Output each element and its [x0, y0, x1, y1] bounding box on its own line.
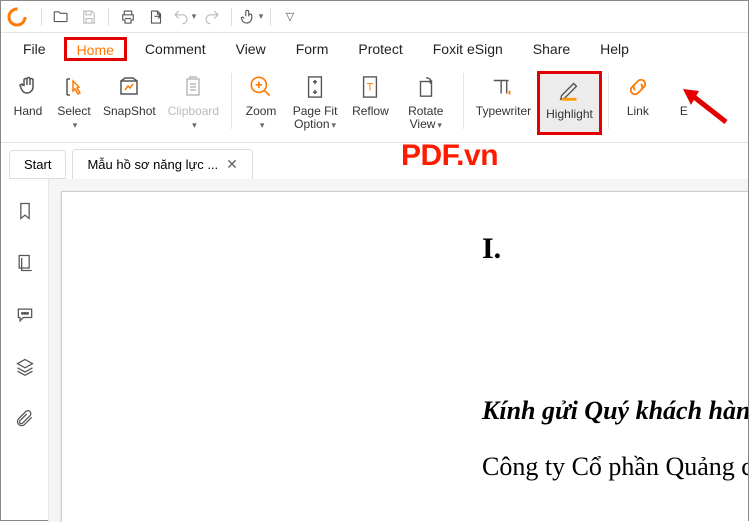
rotate-label: Rotate View▾ [401, 105, 451, 132]
tab-label: Mẫu hồ sơ năng lực ... [87, 157, 218, 172]
menu-view[interactable]: View [224, 37, 278, 61]
export-icon[interactable] [143, 4, 169, 30]
annotation-arrow [681, 87, 731, 127]
touch-mode-icon[interactable]: ▾ [238, 4, 264, 30]
bookmarks-icon[interactable] [11, 197, 39, 225]
typewriter-icon [490, 73, 516, 101]
menu-form[interactable]: Form [284, 37, 341, 61]
separator [231, 73, 232, 129]
separator [463, 73, 464, 129]
menu-help[interactable]: Help [588, 37, 641, 61]
menu-home[interactable]: Home [64, 37, 127, 61]
save-icon[interactable] [76, 4, 102, 30]
tab-start[interactable]: Start [9, 150, 66, 179]
ribbon-group-annotate: Typewriter Highlight [470, 71, 602, 135]
page-fit-button[interactable]: Page Fit Option▾ [284, 71, 346, 135]
separator [270, 8, 271, 26]
menu-file[interactable]: File [11, 37, 58, 61]
link-button[interactable]: Link [615, 71, 661, 135]
menu-protect[interactable]: Protect [346, 37, 414, 61]
link-label: Link [627, 105, 649, 118]
link-icon [626, 73, 650, 101]
pdf-page: I. Kính gửi Quý khách hàng Công ty Cổ ph… [61, 191, 748, 522]
undo-icon[interactable]: ▾ [171, 4, 197, 30]
rotate-view-button[interactable]: Rotate View▾ [395, 71, 457, 135]
ribbon-group-tools: Hand Select▾ SnapShot Clipboard▾ [5, 71, 225, 135]
select-tool-button[interactable]: Select▾ [51, 71, 97, 135]
comments-icon[interactable] [11, 301, 39, 329]
tab-document[interactable]: Mẫu hồ sơ năng lực ... ✕ [72, 149, 252, 180]
page-fit-label: Page Fit Option▾ [290, 105, 340, 132]
redo-icon[interactable] [199, 4, 225, 30]
page-body-text: Công ty Cổ phần Quảng c [482, 452, 748, 482]
menu-bar: File Home Comment View Form Protect Foxi… [1, 33, 748, 65]
typewriter-label: Typewriter [476, 105, 531, 118]
reflow-label: Reflow [352, 105, 389, 118]
attachments-icon[interactable] [11, 405, 39, 433]
print-icon[interactable] [115, 4, 141, 30]
highlight-icon [556, 76, 582, 104]
page-fit-icon [304, 73, 326, 101]
clipboard-button[interactable]: Clipboard▾ [162, 71, 225, 135]
open-icon[interactable] [48, 4, 74, 30]
separator [41, 8, 42, 26]
page-salutation: Kính gửi Quý khách hàng [482, 396, 748, 426]
pages-icon[interactable] [11, 249, 39, 277]
close-icon[interactable]: ✕ [226, 156, 238, 173]
highlight-label: Highlight [546, 108, 593, 121]
reflow-button[interactable]: T Reflow [346, 71, 395, 135]
zoom-icon [248, 73, 274, 101]
select-icon [62, 73, 86, 101]
hand-label: Hand [14, 105, 43, 118]
page-heading: I. [482, 232, 748, 266]
zoom-button[interactable]: Zoom▾ [238, 71, 284, 135]
qat-more-icon[interactable]: ▽ [277, 4, 303, 30]
svg-text:T: T [367, 82, 374, 94]
ribbon-group-view: Zoom▾ Page Fit Option▾ T Reflow Rotate V… [238, 71, 457, 135]
content-area: I. Kính gửi Quý khách hàng Công ty Cổ ph… [1, 179, 748, 522]
quick-access-toolbar: ▾ ▾ ▽ [1, 1, 748, 33]
ribbon-toolbar: Hand Select▾ SnapShot Clipboard▾ Zoom▾ P… [1, 65, 748, 143]
menu-comment[interactable]: Comment [133, 37, 218, 61]
layers-icon[interactable] [11, 353, 39, 381]
menu-foxit-esign[interactable]: Foxit eSign [421, 37, 515, 61]
typewriter-button[interactable]: Typewriter [470, 71, 537, 135]
hand-icon [16, 73, 40, 101]
menu-share[interactable]: Share [521, 37, 582, 61]
navigation-panel [1, 179, 49, 522]
zoom-label: Zoom▾ [246, 105, 277, 132]
snapshot-icon [117, 73, 141, 101]
app-logo [7, 7, 27, 27]
clipboard-label: Clipboard▾ [168, 105, 219, 132]
separator [108, 8, 109, 26]
highlight-button[interactable]: Highlight [537, 71, 602, 135]
watermark-text: PDF.vn [401, 139, 498, 173]
reflow-icon: T [359, 73, 381, 101]
select-label: Select▾ [57, 105, 90, 132]
separator [608, 73, 609, 129]
separator [231, 8, 232, 26]
clipboard-icon [181, 73, 205, 101]
tab-label: Start [24, 157, 51, 172]
rotate-icon [415, 73, 437, 101]
snapshot-button[interactable]: SnapShot [97, 71, 162, 135]
hand-tool-button[interactable]: Hand [5, 71, 51, 135]
document-tabbar: Start Mẫu hồ sơ năng lực ... ✕ [1, 143, 748, 179]
document-viewport[interactable]: I. Kính gửi Quý khách hàng Công ty Cổ ph… [49, 179, 748, 522]
snapshot-label: SnapShot [103, 105, 156, 118]
